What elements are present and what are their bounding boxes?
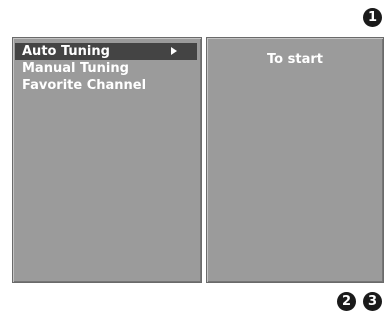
menu-item-favorite-channel[interactable]: Favorite Channel	[15, 77, 197, 94]
step-3-badge: 3	[363, 292, 382, 311]
menu-item-label: Auto Tuning	[22, 44, 110, 59]
info-panel: To start	[206, 37, 384, 283]
step-2-badge: 2	[337, 292, 356, 311]
menu-list: Auto Tuning Manual Tuning Favorite Chann…	[15, 43, 197, 94]
info-text: To start	[267, 52, 323, 67]
menu-item-label: Favorite Channel	[22, 78, 147, 93]
arrow-right-icon	[171, 47, 177, 55]
step-1-badge: 1	[363, 8, 382, 27]
menu-item-manual-tuning[interactable]: Manual Tuning	[15, 60, 197, 77]
menu-item-auto-tuning[interactable]: Auto Tuning	[15, 43, 197, 60]
menu-panel: Auto Tuning Manual Tuning Favorite Chann…	[12, 37, 202, 283]
menu-item-label: Manual Tuning	[22, 61, 129, 76]
